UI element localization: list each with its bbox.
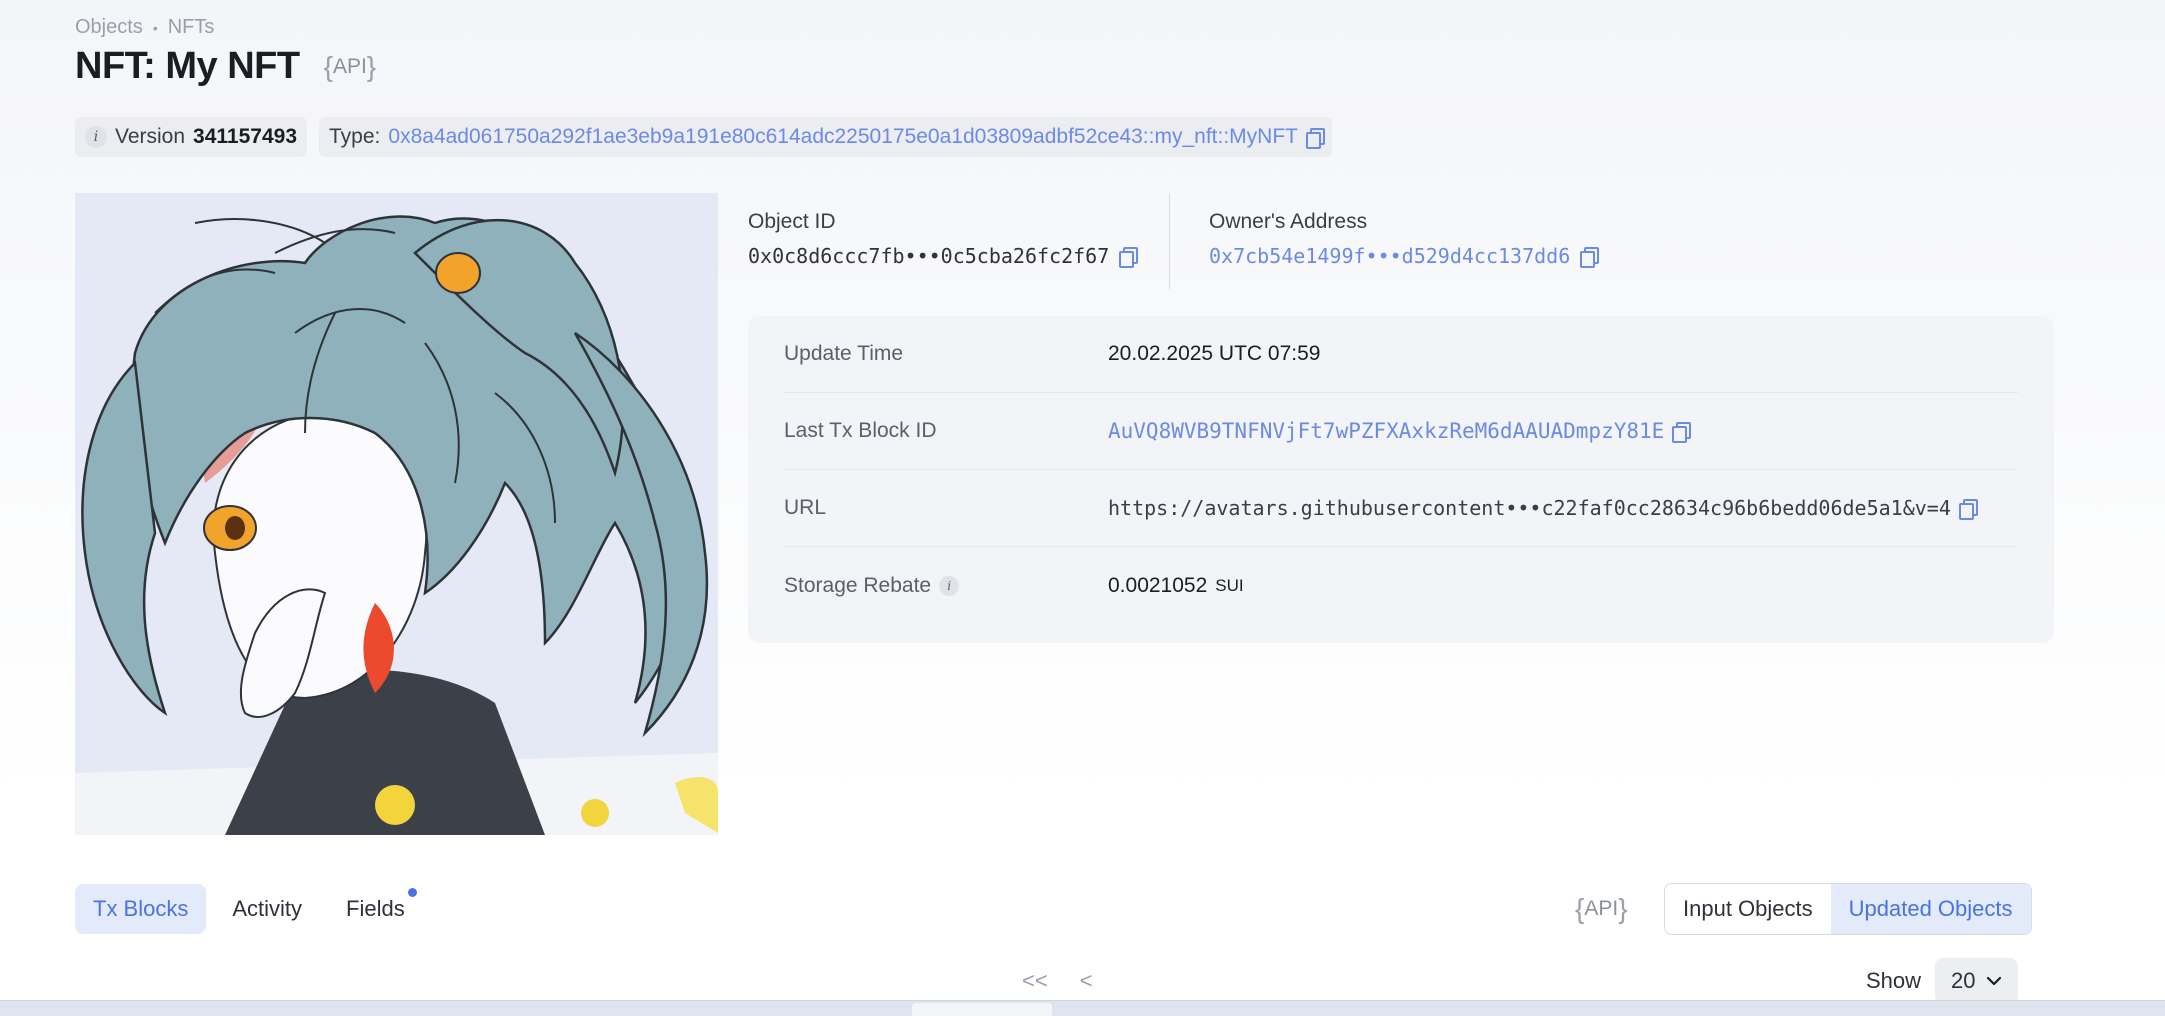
page-size-value: 20 bbox=[1951, 968, 1976, 993]
storage-rebate-value-row: 0.0021052 SUI bbox=[1108, 574, 1244, 598]
owner-address-block: Owner's Address 0x7cb54e1499f•••d529d4cc… bbox=[1209, 210, 1600, 268]
update-time-label: Update Time bbox=[784, 342, 904, 365]
last-tx-value-row: AuVQ8WVB9TNFNVjFt7wPZFXAxkzReM6dAAUADmpz… bbox=[1108, 419, 1692, 443]
object-details-panel: Update Time 20.02.2025 UTC 07:59 Last Tx… bbox=[748, 316, 2054, 643]
storage-rebate-label: Storage Rebate bbox=[784, 573, 932, 597]
api-button-tx[interactable]: { API } bbox=[1575, 893, 1628, 925]
brace-right-icon: } bbox=[1618, 893, 1628, 924]
object-tabs: Tx Blocks Activity Fields bbox=[75, 884, 423, 934]
info-icon[interactable]: i bbox=[85, 126, 107, 148]
object-meta-chips: i Version 341157493 Type: 0x8a4ad061750a… bbox=[75, 117, 1332, 157]
tab-fields-label: Fields bbox=[346, 896, 405, 921]
prev-page-button[interactable]: < bbox=[1080, 968, 1093, 994]
version-label: Version bbox=[115, 125, 186, 148]
info-icon[interactable]: i bbox=[939, 575, 960, 596]
object-id-value: 0x0c8d6ccc7fb•••0c5cba26fc2f67 bbox=[748, 244, 1110, 268]
update-time-value: 20.02.2025 UTC 07:59 bbox=[1108, 342, 1321, 365]
page-size-select[interactable]: 20 bbox=[1935, 958, 2018, 1004]
notification-dot bbox=[407, 888, 417, 897]
last-tx-label: Last Tx Block ID bbox=[784, 419, 937, 442]
detail-row-url: URL https://avatars.githubusercontent•••… bbox=[784, 470, 2018, 547]
bottom-tab-hint bbox=[912, 1003, 1052, 1016]
copy-icon[interactable] bbox=[1580, 247, 1600, 268]
page-title: NFT: My NFT bbox=[75, 45, 300, 87]
nft-image bbox=[75, 193, 718, 835]
tab-fields[interactable]: Fields bbox=[328, 884, 423, 934]
storage-rebate-value: 0.0021052 bbox=[1108, 573, 1208, 597]
detail-row-storage-rebate: Storage Rebate i 0.0021052 SUI bbox=[784, 547, 2018, 624]
brace-left-icon: { bbox=[323, 50, 333, 82]
breadcrumb-objects-link[interactable]: Objects bbox=[75, 16, 143, 39]
title-row: NFT: My NFT { API } bbox=[75, 45, 376, 88]
object-id-label: Object ID bbox=[748, 210, 836, 233]
api-label-tx: API bbox=[1584, 897, 1619, 920]
copy-icon[interactable] bbox=[1672, 422, 1692, 443]
storage-rebate-unit: SUI bbox=[1215, 575, 1244, 595]
tab-tx-blocks[interactable]: Tx Blocks bbox=[75, 884, 207, 934]
browser-bottom-bar bbox=[0, 1000, 2165, 1016]
nft-illustration bbox=[75, 193, 718, 835]
object-id-value-row: 0x0c8d6ccc7fb•••0c5cba26fc2f67 bbox=[748, 244, 1139, 268]
owner-address-value-row: 0x7cb54e1499f•••d529d4cc137dd6 bbox=[1209, 244, 1600, 268]
pagination: << < bbox=[1022, 968, 1093, 994]
api-label: API bbox=[332, 54, 367, 78]
url-value[interactable]: https://avatars.githubusercontent•••c22f… bbox=[1108, 496, 1951, 520]
breadcrumb-nfts-link[interactable]: NFTs bbox=[168, 16, 215, 39]
tab-activity[interactable]: Activity bbox=[214, 884, 320, 934]
type-value-link[interactable]: 0x8a4ad061750a292f1ae3eb9a191e80c614adc2… bbox=[388, 125, 1298, 149]
detail-row-last-tx: Last Tx Block ID AuVQ8WVB9TNFNVjFt7wPZFX… bbox=[784, 393, 2018, 470]
url-label: URL bbox=[784, 496, 827, 519]
version-value: 341157493 bbox=[193, 125, 298, 148]
owner-address-label: Owner's Address bbox=[1209, 210, 1368, 233]
last-tx-link[interactable]: AuVQ8WVB9TNFNVjFt7wPZFXAxkzReM6dAAUADmpz… bbox=[1108, 419, 1664, 443]
breadcrumb: Objects • NFTs bbox=[75, 16, 214, 39]
type-label: Type: bbox=[329, 125, 381, 148]
version-chip: i Version 341157493 bbox=[75, 117, 308, 157]
breadcrumb-separator: • bbox=[152, 19, 158, 36]
object-id-block: Object ID 0x0c8d6ccc7fb•••0c5cba26fc2f67 bbox=[748, 210, 1139, 268]
owner-address-link[interactable]: 0x7cb54e1499f•••d529d4cc137dd6 bbox=[1209, 244, 1570, 268]
input-objects-button[interactable]: Input Objects bbox=[1665, 884, 1831, 934]
object-filter-toggle: Input Objects Updated Objects bbox=[1664, 883, 2032, 935]
id-divider bbox=[1169, 193, 1170, 289]
copy-icon[interactable] bbox=[1305, 128, 1325, 149]
api-button[interactable]: { API } bbox=[324, 51, 377, 83]
storage-rebate-label-row: Storage Rebate i bbox=[784, 574, 1108, 598]
show-label: Show bbox=[1866, 968, 1922, 993]
page-size-control: Show 20 bbox=[1866, 958, 2018, 1004]
copy-icon[interactable] bbox=[1958, 499, 1978, 520]
first-page-button[interactable]: << bbox=[1022, 968, 1048, 994]
chevron-down-icon bbox=[1986, 976, 2001, 986]
brace-right-icon: } bbox=[366, 50, 377, 82]
updated-objects-button[interactable]: Updated Objects bbox=[1830, 884, 2031, 934]
brace-left-icon: { bbox=[1575, 893, 1585, 924]
copy-icon[interactable] bbox=[1119, 247, 1139, 268]
url-value-row: https://avatars.githubusercontent•••c22f… bbox=[1108, 496, 1978, 520]
detail-row-update-time: Update Time 20.02.2025 UTC 07:59 bbox=[784, 316, 2018, 393]
type-chip: Type: 0x8a4ad061750a292f1ae3eb9a191e80c6… bbox=[319, 117, 1332, 157]
